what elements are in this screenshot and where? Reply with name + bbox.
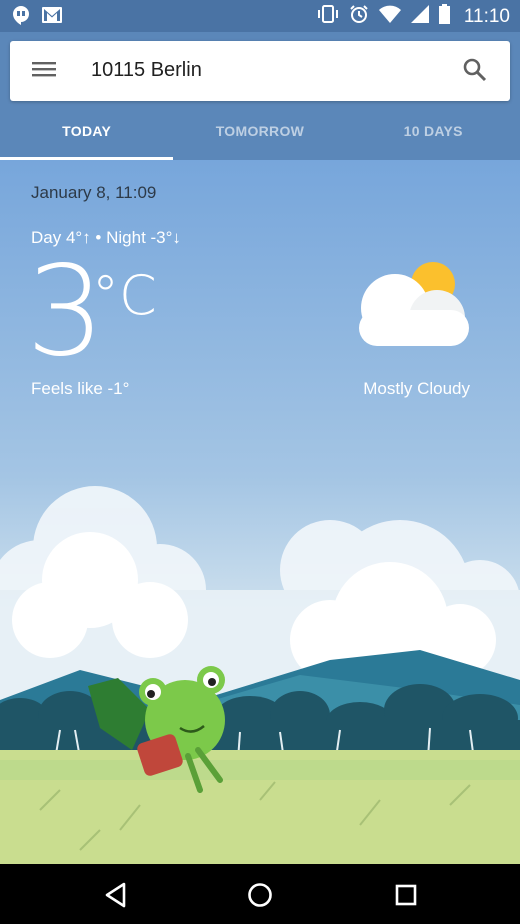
mostly-cloudy-icon [355,260,475,355]
temperature-unit: °C [92,264,157,327]
tab-10-days[interactable]: 10 DAYS [347,106,520,160]
wifi-icon [378,5,401,28]
forecast-date: January 8, 11:09 [31,183,157,202]
vibrate-icon [317,5,339,28]
forecast-tabs: TODAY TOMORROW 10 DAYS [0,106,520,160]
hangouts-icon [12,5,30,30]
navigation-bar [0,864,520,924]
gmail-icon [42,7,62,28]
location-input[interactable]: 10115 Berlin [91,59,202,82]
menu-icon[interactable] [32,59,56,84]
alarm-icon [349,4,369,29]
weather-condition: Mostly Cloudy [363,379,470,398]
tab-tomorrow[interactable]: TOMORROW [173,106,346,160]
status-time: 11:10 [463,5,510,27]
landscape-illustration [0,486,520,864]
weather-panel: January 8, 11:09 Day 4°↑ • Night -3°↓ 3 … [0,160,520,864]
recents-icon[interactable] [394,882,418,913]
back-icon[interactable] [104,882,128,913]
battery-icon [438,4,450,29]
location-search-bar[interactable]: 10115 Berlin [10,41,510,101]
home-icon[interactable] [247,882,273,913]
signal-icon [410,5,429,28]
status-bar: 11:10 [0,0,520,32]
search-icon[interactable] [462,57,488,88]
tab-today[interactable]: TODAY [0,106,174,160]
feels-like: Feels like -1° [31,379,130,398]
